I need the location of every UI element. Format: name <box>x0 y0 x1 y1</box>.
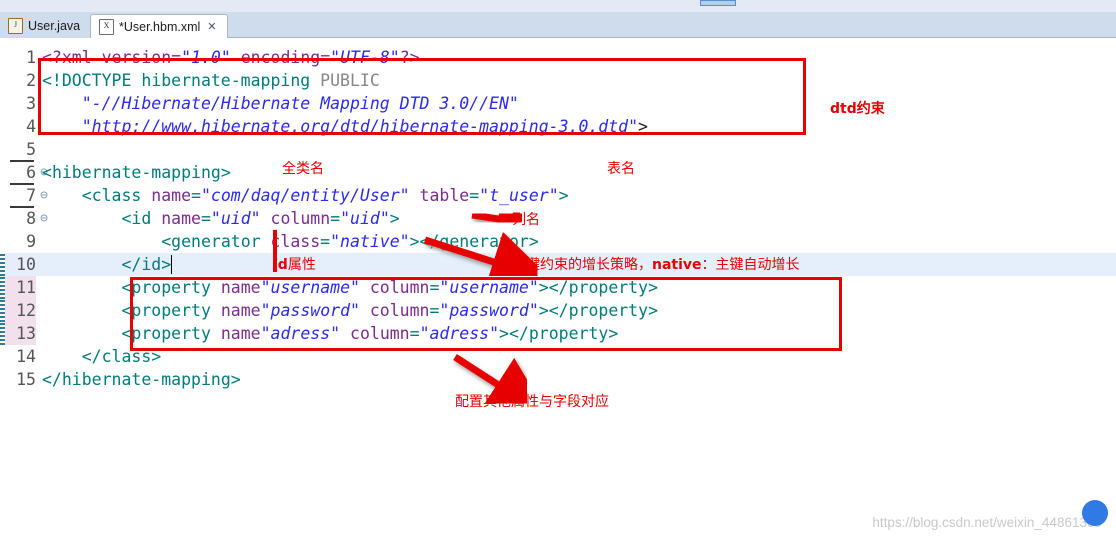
code-text: </id> <box>121 255 172 274</box>
line-number: 4 <box>26 117 36 136</box>
line-number: 2 <box>26 71 36 90</box>
code-line[interactable]: 6 ⊖ <hibernate-mapping> <box>0 161 1116 184</box>
line-number: 13 <box>16 324 36 343</box>
code-text: <id name="uid" column="uid"> <box>121 209 400 228</box>
code-text: <!DOCTYPE hibernate-mapping PUBLIC <box>42 71 380 90</box>
code-text: <?xml version="1.0" encoding="UTF-8"?> <box>42 48 420 67</box>
watermark-url: https://blog.csdn.net/weixin_44861399 <box>872 515 1102 530</box>
toolbar-widget-fragment[interactable] <box>700 0 736 6</box>
code-editor[interactable]: 1 <?xml version="1.0" encoding="UTF-8"?> 2… <box>0 38 1116 538</box>
code-line[interactable]: 7 ⊖ <class name="com/daq/entity/User" tab… <box>0 184 1116 207</box>
code-text: "http://www.hibernate.org/dtd/hibernate-… <box>81 117 648 136</box>
line-number: 6 <box>26 163 36 182</box>
code-text: <property name"adress" column="adress"><… <box>121 324 619 343</box>
code-text: <property name"username" column="usernam… <box>121 278 658 297</box>
code-line[interactable]: 9 <generator class="native"></generator> <box>0 230 1116 253</box>
code-line[interactable]: 1 <?xml version="1.0" encoding="UTF-8"?> <box>0 46 1116 69</box>
code-text: <generator class="native"></generator> <box>161 232 539 251</box>
line-number: 3 <box>26 94 36 113</box>
tab-label: *User.hbm.xml <box>119 19 201 34</box>
xml-file-icon: X <box>99 18 114 35</box>
code-line[interactable]: 3 "-//Hibernate/Hibernate Mapping DTD 3.… <box>0 92 1116 115</box>
code-text: <property name"password" column="passwor… <box>121 301 658 320</box>
code-line[interactable]: 4 "http://www.hibernate.org/dtd/hibernat… <box>0 115 1116 138</box>
line-number: 12 <box>16 301 36 320</box>
line-number: 9 <box>26 232 36 251</box>
code-text: <class name="com/daq/entity/User" table=… <box>81 186 569 205</box>
line-number: 11 <box>16 278 36 297</box>
line-number: 1 <box>26 48 36 67</box>
close-icon[interactable]: ✕ <box>207 20 216 33</box>
line-number: 10 <box>16 255 36 274</box>
line-number: 14 <box>16 347 36 366</box>
tab-label: User.java <box>28 19 81 33</box>
code-line[interactable]: 15 </hibernate-mapping> <box>0 368 1116 391</box>
tab-user-java[interactable]: J User.java <box>0 14 90 38</box>
line-number: 8 <box>26 209 36 228</box>
window-top-strip <box>0 0 1116 12</box>
line-number: 7 <box>26 186 36 205</box>
code-text: </class> <box>81 347 162 366</box>
tab-user-hbm-xml[interactable]: X *User.hbm.xml ✕ <box>90 14 228 38</box>
code-line[interactable]: 13 <property name"adress" column="adress… <box>0 322 1116 345</box>
line-number: 15 <box>16 370 36 389</box>
watermark: https://blog.csdn.net/weixin_44861399 <box>872 500 1108 530</box>
code-line[interactable]: 11 <property name"username" column="user… <box>0 276 1116 299</box>
code-line[interactable]: 10 </id> <box>0 253 1116 276</box>
text-caret <box>170 255 172 274</box>
code-line[interactable]: 5 <box>0 138 1116 161</box>
code-text: "-//Hibernate/Hibernate Mapping DTD 3.0/… <box>81 94 519 113</box>
code-line[interactable]: 8 ⊖ <id name="uid" column="uid"> <box>0 207 1116 230</box>
code-text: <hibernate-mapping> <box>42 163 231 182</box>
code-text: </hibernate-mapping> <box>42 370 241 389</box>
code-line[interactable]: 2 <!DOCTYPE hibernate-mapping PUBLIC <box>0 69 1116 92</box>
line-number: 5 <box>26 140 36 159</box>
code-line[interactable]: 14 </class> <box>0 345 1116 368</box>
watermark-badge-icon <box>1082 500 1108 526</box>
java-file-icon: J <box>8 18 23 34</box>
code-line[interactable]: 12 <property name"password" column="pass… <box>0 299 1116 322</box>
editor-tab-bar: J User.java X *User.hbm.xml ✕ <box>0 12 1116 38</box>
